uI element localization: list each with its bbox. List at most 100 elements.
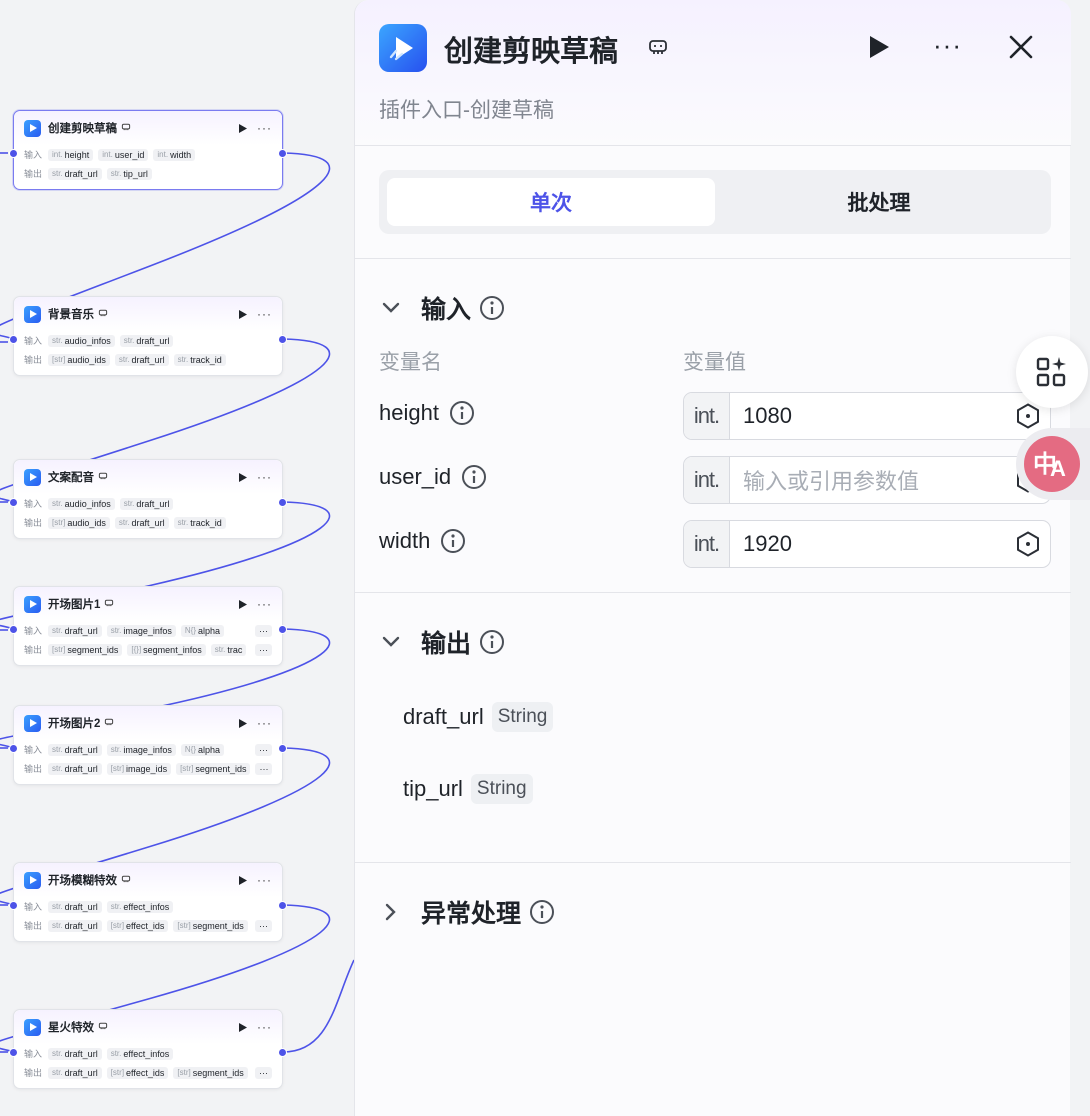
close-panel-button[interactable] (1007, 33, 1035, 66)
run-node-button[interactable] (867, 34, 891, 65)
variable-value[interactable]: 输入或引用参数值 (730, 464, 1006, 496)
input-variable-row: user_id int. 输入或引用参数值 (379, 456, 1051, 504)
run-mode-switch: 单次 批处理 (379, 170, 1051, 234)
node-more-button[interactable]: ··· (257, 716, 272, 730)
node-input-row: 输入 str. draft_url str. image_infos N{} alpha ··… (24, 740, 272, 759)
workflow-node[interactable]: 开场图片2 ··· 输入 str. draft_url str. image_infos N{… (13, 705, 283, 785)
input-section-toggle[interactable]: 输入 (381, 290, 505, 326)
input-port[interactable] (9, 901, 18, 910)
node-output-row: 输出 str. draft_url str. tip_url (24, 164, 272, 183)
param-chip: str. track_id (173, 516, 226, 529)
param-chip: int. width (153, 148, 196, 161)
workflow-node[interactable]: 背景音乐 ··· 输入 str. audio_infos str. draft_url 输出 [… (13, 296, 283, 376)
variable-value[interactable]: 1080 (730, 403, 1006, 429)
info-icon (530, 900, 555, 924)
mode-single-tab[interactable]: 单次 (387, 178, 715, 226)
run-node-icon[interactable] (239, 1022, 247, 1032)
output-port[interactable] (278, 901, 287, 910)
variable-name: height (379, 400, 475, 426)
workflow-node[interactable]: 文案配音 ··· 输入 str. audio_infos str. draft_url 输出 [… (13, 459, 283, 539)
variable-type-badge: int. (684, 457, 730, 503)
output-port[interactable] (278, 149, 287, 158)
input-port[interactable] (9, 149, 18, 158)
more-chip: ··· (255, 1066, 272, 1079)
workflow-node[interactable]: 开场模糊特效 ··· 输入 str. draft_url str. effect_infos… (13, 862, 283, 942)
chevron-down-icon (382, 302, 400, 313)
output-name: draft_url (403, 704, 484, 729)
node-more-button[interactable]: ··· (257, 307, 272, 321)
output-port[interactable] (278, 744, 287, 753)
node-title: 开场图片2 (48, 718, 101, 730)
node-title: 开场图片1 (48, 599, 101, 611)
input-port[interactable] (9, 1048, 18, 1057)
node-more-button[interactable]: ··· (257, 470, 272, 484)
node-more-button[interactable]: ··· (257, 121, 272, 135)
plugin-badge-icon (104, 598, 114, 610)
input-port[interactable] (9, 335, 18, 344)
run-node-icon[interactable] (239, 309, 247, 319)
param-chip: str. draft_url (48, 919, 102, 932)
workflow-node[interactable]: 创建剪映草稿 ··· 输入 int. height int. user_id int. widt… (13, 110, 283, 190)
workflow-node[interactable]: 开场图片1 ··· 输入 str. draft_url str. image_infos N{… (13, 586, 283, 666)
run-node-icon[interactable] (239, 718, 247, 728)
error-section-toggle[interactable]: 异常处理 (381, 894, 555, 930)
input-port[interactable] (9, 744, 18, 753)
node-output-row: 输出 [str] segment_ids [{}] segment_infos str. t… (24, 640, 272, 659)
output-port[interactable] (278, 1048, 287, 1057)
chevron-right-icon (385, 903, 396, 921)
param-chip: N{} alpha (180, 743, 225, 756)
apps-sparkle-button[interactable] (1016, 336, 1088, 408)
variable-type-badge: int. (684, 521, 730, 567)
more-options-button[interactable]: ··· (933, 32, 962, 58)
workflow-node[interactable]: 星火特效 ··· 输入 str. draft_url str. effect_infos 输出… (13, 1009, 283, 1089)
node-output-row: 输出 [str] audio_ids str. draft_url str. track_i… (24, 513, 272, 532)
run-node-icon[interactable] (239, 472, 247, 482)
node-output-row: 输出 str. draft_url [str] image_ids [str] segmen… (24, 759, 272, 778)
param-chip: [str] segment_ids (173, 1066, 248, 1079)
workflow-canvas[interactable]: 创建剪映草稿 ··· 输入 int. height int. user_id int. widt… (0, 0, 354, 1116)
param-chip: str. draft_url (48, 624, 102, 637)
output-port[interactable] (278, 335, 287, 344)
info-icon (449, 401, 474, 425)
info-icon (441, 529, 466, 553)
input-section-title: 输入 (421, 296, 472, 324)
variable-value[interactable]: 1920 (730, 531, 1006, 557)
output-port[interactable] (278, 625, 287, 634)
node-more-button[interactable]: ··· (257, 873, 272, 887)
param-chip: str. audio_infos (48, 334, 115, 347)
translate-button[interactable]: 中A (1016, 428, 1090, 500)
row-label: 输出 (24, 518, 43, 528)
node-header: 背景音乐 ··· (14, 297, 282, 331)
more-chip: ··· (255, 919, 272, 932)
run-node-icon[interactable] (239, 599, 247, 609)
variable-value-input[interactable]: int. 1920 (683, 520, 1051, 568)
variable-name-label: user_id (379, 464, 452, 489)
input-port[interactable] (9, 498, 18, 507)
node-more-button[interactable]: ··· (257, 1020, 272, 1034)
variable-value-input[interactable]: int. 1080 (683, 392, 1051, 440)
row-label: 输入 (24, 626, 43, 636)
output-port[interactable] (278, 498, 287, 507)
variable-value-input[interactable]: int. 输入或引用参数值 (683, 456, 1051, 504)
param-chip: str. draft_url (48, 167, 102, 180)
output-type-badge: String (491, 702, 554, 732)
connection-edge (282, 959, 354, 1053)
output-section-toggle[interactable]: 输出 (381, 624, 505, 660)
node-more-button[interactable]: ··· (257, 597, 272, 611)
error-section-title: 异常处理 (421, 900, 522, 928)
variable-name: width (379, 528, 466, 554)
run-node-icon[interactable] (239, 123, 247, 133)
param-chip: str. draft_url (48, 1047, 102, 1060)
node-title: 星火特效 (48, 1022, 94, 1034)
mode-batch-tab[interactable]: 批处理 (715, 178, 1043, 226)
param-chip: str. tip_url (106, 167, 152, 180)
row-label: 输出 (24, 921, 43, 931)
run-node-icon[interactable] (239, 875, 247, 885)
more-chip: ··· (255, 643, 272, 656)
reference-variable-button[interactable] (1006, 530, 1050, 558)
node-input-row: 输入 str. draft_url str. image_infos N{} alpha ··… (24, 621, 272, 640)
input-port[interactable] (9, 625, 18, 634)
row-label: 输入 (24, 745, 43, 755)
param-chip: [str] audio_ids (48, 353, 110, 366)
output-item: tip_url String (403, 774, 533, 804)
